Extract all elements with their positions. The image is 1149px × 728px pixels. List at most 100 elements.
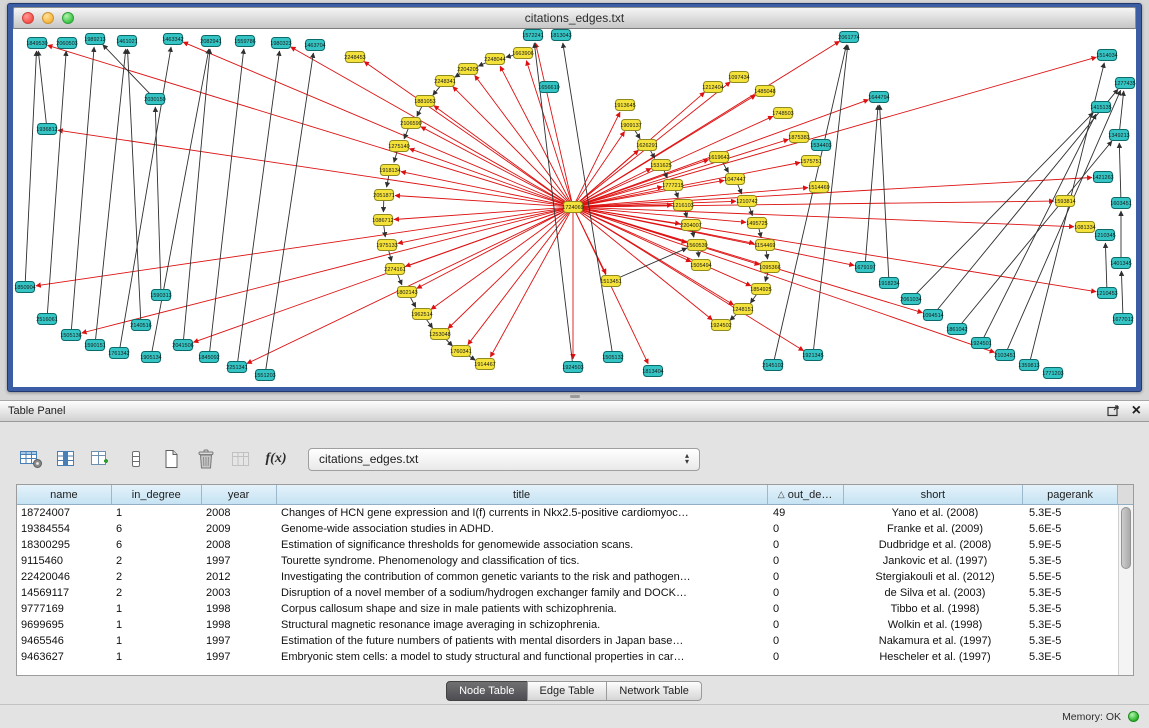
graph-node[interactable]: 1875383 — [788, 132, 809, 143]
graph-node[interactable]: 1560539 — [686, 240, 707, 251]
function-builder-button[interactable]: f(x) — [261, 445, 291, 473]
graph-edge[interactable] — [1120, 91, 1124, 131]
graph-edge[interactable] — [71, 47, 94, 331]
graph-edge[interactable] — [417, 209, 570, 289]
graph-node[interactable]: 1081334 — [1074, 222, 1095, 233]
graph-node[interactable]: 1531625 — [650, 160, 671, 171]
graph-node[interactable]: 1771203 — [1042, 368, 1063, 379]
graph-node[interactable]: 1216103 — [672, 200, 693, 211]
graph-node[interactable]: 1777215 — [662, 180, 683, 191]
graph-node[interactable]: 1277435 — [1114, 78, 1135, 89]
graph-edge[interactable] — [865, 105, 878, 263]
table-row[interactable]: 1872400712008Changes of HCN gene express… — [17, 505, 1133, 521]
graph-node[interactable]: 1534403 — [810, 140, 831, 151]
column-header-pagerank[interactable]: pagerank — [1023, 485, 1118, 505]
graph-node[interactable]: 1909137 — [620, 120, 641, 131]
graph-edge[interactable] — [880, 105, 889, 279]
graph-node[interactable]: 1401345 — [1110, 258, 1131, 269]
scrollbar-thumb[interactable] — [1121, 507, 1131, 569]
table-row[interactable]: 977716911998Corpus callosum shape and si… — [17, 601, 1133, 617]
graph-node[interactable]: 1913645 — [614, 100, 635, 111]
graph-node[interactable]: 1210453 — [1096, 288, 1117, 299]
graph-node[interactable]: 1275140 — [388, 141, 409, 152]
graph-node[interactable]: 1154469 — [754, 240, 775, 251]
graph-edge[interactable] — [47, 51, 66, 315]
graph-node[interactable]: 1505132 — [602, 352, 623, 363]
tab-network-table[interactable]: Network Table — [606, 681, 702, 701]
graph-node[interactable]: 1748503 — [772, 108, 793, 119]
graph-node[interactable]: 1095366 — [759, 262, 780, 273]
graph-edge[interactable] — [193, 208, 569, 342]
import-table-button[interactable] — [226, 445, 256, 473]
graph-edge[interactable] — [1121, 271, 1123, 315]
graph-node[interactable]: 1572241 — [522, 30, 543, 41]
graph-edge[interactable] — [409, 149, 569, 206]
graph-edge[interactable] — [128, 49, 141, 321]
column-header-short[interactable]: short — [844, 485, 1024, 505]
graph-node[interactable]: 1924503 — [562, 362, 583, 373]
table-row[interactable]: 946362711997Embryonic stem cells: a mode… — [17, 649, 1133, 665]
graph-edge[interactable] — [577, 208, 995, 352]
graph-node[interactable]: 1495725 — [746, 218, 767, 229]
graph-edge[interactable] — [38, 51, 46, 125]
close-panel-icon[interactable]: × — [1132, 404, 1141, 418]
table-row[interactable]: 1456911722003Disruption of a novel membe… — [17, 585, 1133, 601]
graph-edge[interactable] — [575, 211, 648, 364]
graph-node[interactable]: 1849530 — [26, 38, 47, 49]
graph-node[interactable]: 1850904 — [14, 282, 35, 293]
rows-button[interactable] — [121, 445, 151, 473]
graph-edge[interactable] — [500, 66, 571, 203]
graph-node[interactable]: 1415135 — [1090, 102, 1111, 113]
graph-node[interactable]: 1905134 — [140, 352, 161, 363]
graph-node[interactable]: 1918234 — [878, 278, 899, 289]
graph-node[interactable]: 1421263 — [1092, 172, 1113, 183]
graph-node[interactable]: 1656610 — [538, 82, 559, 93]
graph-node[interactable]: 1575751 — [800, 156, 821, 167]
graph-node[interactable]: 2140516 — [130, 320, 151, 331]
panel-splitter[interactable] — [0, 392, 1149, 400]
graph-node[interactable]: 1924502 — [710, 320, 731, 331]
graph-node[interactable]: 2060503 — [56, 38, 77, 49]
graph-edge[interactable] — [1007, 90, 1121, 351]
graph-node[interactable]: 2041506 — [172, 340, 193, 351]
table-mode-button[interactable] — [16, 445, 46, 473]
graph-node[interactable]: 1813404 — [642, 366, 663, 377]
graph-edge[interactable] — [1105, 243, 1107, 289]
graph-node[interactable]: 1461021 — [116, 36, 137, 47]
graph-node[interactable]: 1593814 — [1054, 196, 1075, 207]
graph-node[interactable]: 1679197 — [854, 262, 875, 273]
column-header-in_degree[interactable]: in_degree — [112, 485, 202, 505]
tab-edge-table[interactable]: Edge Table — [527, 681, 608, 701]
graph-node[interactable]: 1761342 — [108, 348, 129, 359]
graph-node[interactable]: 1253048 — [429, 329, 450, 340]
graph-edge[interactable] — [183, 49, 210, 341]
graph-node[interactable]: 2516061 — [36, 314, 57, 325]
delete-button[interactable] — [191, 445, 221, 473]
graph-node[interactable]: 1590313 — [150, 290, 171, 301]
graph-edge[interactable] — [577, 207, 1074, 227]
graph-node[interactable]: 1989213 — [84, 34, 105, 45]
graph-node[interactable]: 1463704 — [304, 40, 325, 51]
graph-edge[interactable] — [238, 51, 280, 363]
graph-node[interactable]: 1086712 — [372, 215, 393, 226]
graph-node[interactable]: 2082941 — [200, 36, 221, 47]
network-canvas[interactable]: 1724069224834118810532106590127514019181… — [13, 29, 1136, 387]
graph-node[interactable]: 1349213 — [1108, 130, 1129, 141]
graph-edge[interactable] — [95, 49, 125, 341]
graph-node[interactable]: 1047447 — [724, 174, 745, 185]
graph-node[interactable]: 1210345 — [1094, 230, 1115, 241]
graph-node[interactable]: 1505136 — [60, 330, 81, 341]
graph-node[interactable]: 1980323 — [270, 38, 291, 49]
graph-node[interactable]: 1514469 — [808, 182, 829, 193]
graph-node[interactable]: 2061774 — [838, 32, 859, 43]
graph-node[interactable]: 2061034 — [900, 294, 921, 305]
graph-node[interactable]: 2204205 — [457, 64, 478, 75]
create-column-button[interactable] — [86, 445, 116, 473]
table-row[interactable]: 946554611997Estimation of the future num… — [17, 633, 1133, 649]
graph-node[interactable]: 1485048 — [754, 86, 775, 97]
graph-node[interactable]: 1210742 — [736, 196, 757, 207]
graph-node[interactable]: 1813043 — [550, 30, 571, 41]
graph-edge[interactable] — [577, 139, 789, 205]
graph-node[interactable]: 1724069 — [562, 202, 583, 213]
graph-node[interactable]: 1559786 — [234, 36, 255, 47]
